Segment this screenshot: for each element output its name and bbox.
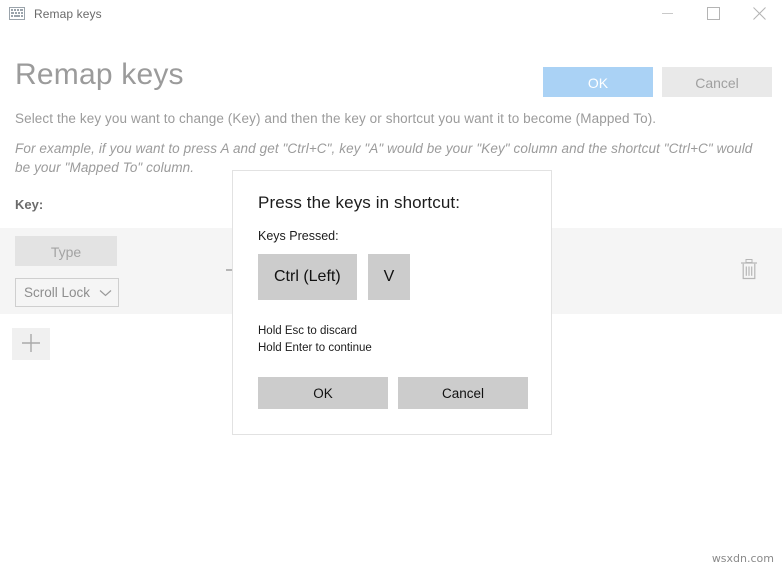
- dialog-ok-button[interactable]: OK: [258, 377, 388, 409]
- plus-icon: [21, 333, 41, 356]
- page-title: Remap keys: [15, 58, 184, 91]
- ok-button[interactable]: OK: [543, 67, 653, 97]
- delete-row-button[interactable]: [738, 259, 760, 285]
- window-controls: [644, 0, 782, 27]
- description-block: Select the key you want to change (Key) …: [15, 109, 771, 178]
- dialog-cancel-button[interactable]: Cancel: [398, 377, 528, 409]
- type-button[interactable]: Type: [15, 236, 117, 266]
- chevron-down-icon: [99, 284, 112, 302]
- dialog-actions: OK Cancel: [258, 377, 528, 409]
- add-remap-button[interactable]: [12, 328, 50, 360]
- watermark: wsxdn.com: [711, 552, 774, 565]
- keyboard-icon: [9, 7, 25, 20]
- window-title: Remap keys: [34, 6, 102, 21]
- minimize-button[interactable]: [644, 0, 690, 27]
- trash-icon: [740, 259, 758, 285]
- dialog-hint-discard: Hold Esc to discard: [258, 325, 358, 337]
- title-bar: Remap keys: [0, 0, 782, 28]
- keys-pressed-label: Keys Pressed:: [258, 229, 339, 243]
- key-dropdown[interactable]: Scroll Lock: [15, 278, 119, 307]
- key-column-header: Key:: [15, 197, 44, 212]
- title-bar-left: Remap keys: [0, 7, 102, 21]
- keycap: V: [367, 254, 411, 300]
- cancel-button[interactable]: Cancel: [662, 67, 772, 97]
- keycap: Ctrl (Left): [258, 254, 357, 300]
- keys-pressed-list: Ctrl (Left) V: [258, 254, 411, 300]
- dialog-hint-continue: Hold Enter to continue: [258, 341, 372, 354]
- dialog-title: Press the keys in shortcut:: [258, 193, 461, 212]
- maximize-button[interactable]: [690, 0, 736, 27]
- description-line-1: Select the key you want to change (Key) …: [15, 111, 657, 126]
- dialog-hints: Hold Esc to discard Hold Enter to contin…: [258, 323, 372, 356]
- page-header: Remap keys OK Cancel: [0, 28, 782, 97]
- shortcut-dialog: Press the keys in shortcut: Keys Pressed…: [232, 170, 552, 435]
- close-button[interactable]: [736, 0, 782, 27]
- header-actions: OK Cancel: [543, 67, 772, 97]
- row-key-column: Type Scroll Lock: [15, 236, 175, 307]
- key-dropdown-value: Scroll Lock: [24, 285, 91, 300]
